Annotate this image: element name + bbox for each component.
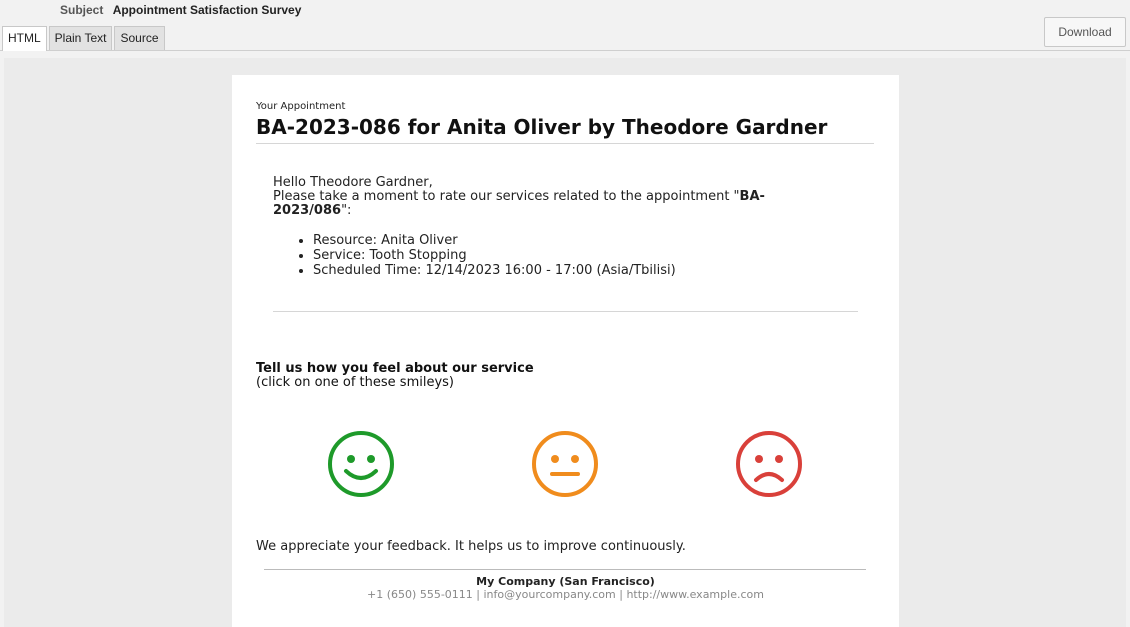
neutral-smiley-icon[interactable] — [530, 429, 600, 499]
greeting: Hello Theodore Gardner, — [273, 175, 433, 190]
happy-smiley-icon[interactable] — [326, 429, 396, 499]
view-tabs: HTML Plain Text Source — [2, 26, 167, 51]
separator: | — [615, 588, 627, 601]
email-body: Your Appointment BA-2023-086 for Anita O… — [232, 75, 899, 627]
tab-plain-text[interactable]: Plain Text — [48, 26, 113, 50]
company-name: My Company (San Francisco) — [476, 575, 655, 588]
company-phone: +1 (650) 555-0111 — [367, 588, 473, 601]
appointment-kicker: Your Appointment — [256, 101, 346, 112]
detail-resource: Resource: Anita Oliver — [313, 233, 833, 248]
subject-value: Appointment Satisfaction Survey — [112, 3, 302, 17]
feedback-hint: (click on one of these smileys) — [256, 375, 454, 390]
appointment-details: Resource: Anita Oliver Service: Tooth St… — [273, 233, 833, 278]
company-email-link[interactable]: info@yourcompany.com — [483, 588, 615, 601]
feedback-prompt: Tell us how you feel about our service (… — [256, 362, 534, 390]
divider — [273, 311, 858, 312]
tab-source[interactable]: Source — [114, 26, 165, 50]
intro-suffix: ": — [341, 203, 352, 218]
footer-divider — [264, 569, 866, 570]
message-text: Hello Theodore Gardner, Please take a mo… — [273, 175, 833, 279]
subject-label: Subject — [60, 3, 104, 17]
separator: | — [472, 588, 484, 601]
company-website-link[interactable]: http://www.example.com — [626, 588, 764, 601]
message-header: Subject Appointment Satisfaction Survey … — [0, 0, 1130, 51]
detail-scheduled-time: Scheduled Time: 12/14/2023 16:00 - 17:00… — [313, 263, 833, 278]
company-contact: +1 (650) 555-0111 | info@yourcompany.com… — [232, 588, 899, 601]
appointment-headline: BA-2023-086 for Anita Oliver by Theodore… — [256, 115, 874, 144]
appreciation-text: We appreciate your feedback. It helps us… — [256, 539, 686, 554]
download-button[interactable]: Download — [1044, 17, 1126, 47]
subject-line: Subject Appointment Satisfaction Survey — [60, 3, 301, 17]
company-footer: My Company (San Francisco) +1 (650) 555-… — [232, 575, 899, 601]
intro-prefix: Please take a moment to rate our service… — [273, 189, 740, 204]
intro-text: Please take a moment to rate our service… — [273, 190, 833, 218]
sad-smiley-icon[interactable] — [734, 429, 804, 499]
feedback-title: Tell us how you feel about our service — [256, 361, 534, 376]
detail-service: Service: Tooth Stopping — [313, 248, 833, 263]
tab-html[interactable]: HTML — [2, 26, 47, 51]
